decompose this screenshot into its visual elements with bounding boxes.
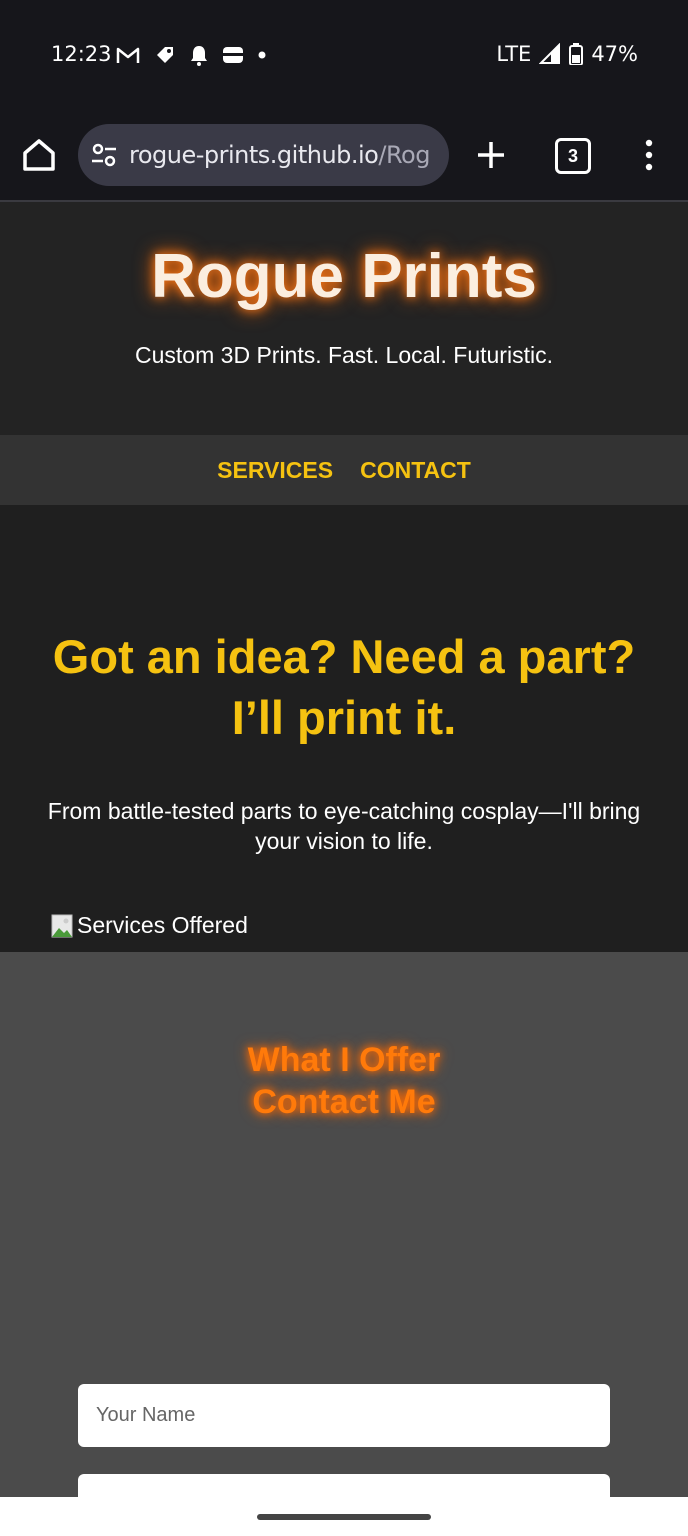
battery-percent: 47% bbox=[591, 42, 638, 66]
signal-icon bbox=[539, 43, 561, 64]
home-handle[interactable] bbox=[257, 1514, 431, 1520]
hero-subtext: From battle-tested parts to eye-catching… bbox=[47, 798, 641, 854]
url-text: rogue-prints.github.io/Rog bbox=[129, 141, 430, 169]
offer-title: What I Offer bbox=[247, 1041, 441, 1079]
site-tagline: Custom 3D Prints. Fast. Local. Futuristi… bbox=[135, 342, 553, 368]
status-time: 12:23 bbox=[51, 42, 112, 66]
url-path: /Rog bbox=[378, 141, 430, 169]
battery-icon bbox=[569, 43, 584, 65]
web-page: Rogue Prints Custom 3D Prints. Fast. Loc… bbox=[0, 202, 688, 1497]
dot-icon bbox=[258, 51, 266, 59]
home-icon[interactable] bbox=[20, 136, 58, 174]
new-tab-icon[interactable] bbox=[474, 138, 508, 172]
notification-icons bbox=[116, 44, 266, 66]
hero-headline-line2: I’ll print it. bbox=[231, 691, 457, 744]
wallet-icon bbox=[223, 47, 243, 63]
hero-headline-line1: Got an idea? Need a part? bbox=[52, 630, 636, 683]
status-bar: 12:23 LTE 47% bbox=[0, 0, 688, 110]
email-field[interactable] bbox=[78, 1474, 610, 1497]
browser-toolbar: rogue-prints.github.io/Rog 3 bbox=[0, 110, 688, 202]
site-header: Rogue Prints Custom 3D Prints. Fast. Loc… bbox=[0, 202, 688, 435]
hero-headline: Got an idea? Need a part? I’ll print it. bbox=[0, 505, 688, 748]
bell-icon bbox=[191, 46, 207, 66]
site-nav: SERVICES CONTACT bbox=[0, 435, 688, 505]
address-bar[interactable]: rogue-prints.github.io/Rog bbox=[78, 124, 449, 186]
url-domain: rogue-prints.github.io bbox=[129, 141, 379, 169]
services-image-alt: Services Offered bbox=[77, 912, 248, 938]
name-input[interactable] bbox=[78, 1384, 610, 1447]
gesture-nav-bar bbox=[0, 1497, 688, 1536]
broken-image-icon bbox=[51, 914, 73, 937]
site-title: Rogue Prints bbox=[151, 242, 537, 311]
network-label: LTE bbox=[496, 42, 532, 66]
site-settings-icon[interactable] bbox=[90, 141, 118, 169]
offer-section: What I Offer bbox=[0, 952, 688, 1192]
tag-icon bbox=[157, 47, 173, 63]
nav-services-link[interactable]: SERVICES bbox=[217, 457, 333, 484]
status-right: LTE 47% bbox=[496, 42, 638, 66]
more-menu-icon[interactable] bbox=[640, 138, 658, 172]
hero-section: Got an idea? Need a part? I’ll print it. … bbox=[0, 505, 688, 952]
contact-title: Contact Me bbox=[252, 1083, 436, 1121]
tab-switcher-button[interactable]: 3 bbox=[555, 138, 591, 174]
services-image: Services Offered bbox=[51, 912, 248, 939]
nav-contact-link[interactable]: CONTACT bbox=[360, 457, 471, 484]
gmail-icon bbox=[116, 47, 140, 63]
